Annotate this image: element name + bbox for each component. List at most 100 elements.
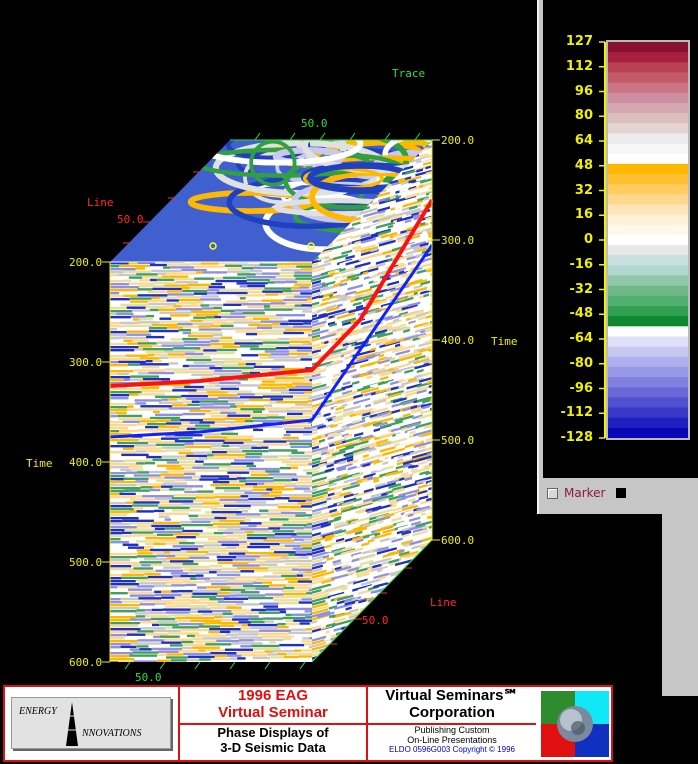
colorbar-tick-label: 96 <box>574 83 593 99</box>
colorbar-tick-label: -16 <box>569 256 594 272</box>
phase-title-cell: Phase Displays of 3-D Seismic Data <box>180 725 368 760</box>
marker-label: Marker <box>564 486 606 500</box>
colorbar-swatch <box>608 174 688 185</box>
colorbar-swatch <box>608 397 688 409</box>
colorbar-panel: 127 112 96 80 64 48 32 16 0 -16 -32 -48 -64 -80 -96 -11… <box>537 0 698 514</box>
colorbar-swatch <box>608 366 688 378</box>
colorbar-swatch <box>608 82 688 94</box>
colorbar-tick-label: -48 <box>569 306 594 322</box>
colorbar-swatch <box>608 113 688 124</box>
colorbar-swatch <box>608 62 688 73</box>
colorbar-swatch <box>608 52 688 63</box>
colorbar-swatch <box>608 336 688 348</box>
phase-title-line1: Phase Displays of <box>217 725 329 740</box>
marker-color-swatch[interactable] <box>616 488 626 498</box>
colorbar-tick-label: -80 <box>569 355 594 371</box>
colorbar-tick-label: 16 <box>574 207 593 223</box>
marker-checkbox[interactable] <box>547 488 558 499</box>
colorbar-swatch <box>608 407 688 419</box>
time-tick-left-500: 500.0 <box>69 556 103 569</box>
time-tick-right-400: 400.0 <box>441 334 475 347</box>
colorbar-swatch <box>608 377 688 388</box>
colorbar-swatch <box>608 265 688 277</box>
phase-title-line2: 3-D Seismic Data <box>220 740 326 755</box>
colorbar-swatch <box>608 214 688 226</box>
colorbar-area: 127 112 96 80 64 48 32 16 0 -16 -32 -48 -64 -80 -96 -11… <box>543 0 698 478</box>
colorbar-swatch <box>608 184 688 195</box>
time-tick-right-500: 500.0 <box>441 434 475 447</box>
time-tick-left-400: 400.0 <box>69 456 103 469</box>
colorbar-swatch <box>608 234 688 246</box>
line-axis-title-right: Line <box>430 596 457 609</box>
colorbar-tick-label: 112 <box>565 58 593 74</box>
seminar-banner: ENERGY NNOVATIONS 1996 EAG Virtual Semin… <box>3 685 613 762</box>
publishing-cell: Publishing Custom On-Line Presentations … <box>368 725 536 760</box>
colorbar-swatch <box>608 224 688 236</box>
colorbar-swatch <box>608 163 688 175</box>
oil-rig-icon <box>66 702 78 746</box>
time-tick-right-300: 300.0 <box>441 234 475 247</box>
colorbar-swatch <box>608 326 688 337</box>
window-background <box>662 514 698 696</box>
colorbar-swatch <box>608 102 688 114</box>
trace-tick-bottom: 50.0 <box>135 671 162 684</box>
colorbar-swatch <box>608 133 688 145</box>
logo-word-innovations: NNOVATIONS <box>82 728 142 739</box>
colorbar-tick-label: 64 <box>574 133 593 148</box>
time-tick-left-600: 600.0 <box>69 656 103 669</box>
colorbar-tick-label: 48 <box>574 157 593 173</box>
colorbar-swatch <box>608 72 688 84</box>
colorbar-swatch <box>608 92 688 104</box>
time-axis-title-right: Time <box>491 335 518 348</box>
colorbar-swatch <box>608 255 688 266</box>
colorbar-tick-label: 0 <box>583 232 593 247</box>
colorbar-swatch <box>608 356 688 368</box>
time-tick-right-200: 200.0 <box>441 134 475 147</box>
energy-innovations-logo-cell: ENERGY NNOVATIONS <box>5 687 180 760</box>
colorbar-swatch <box>608 417 688 429</box>
colorbar-tick-label: 80 <box>574 108 593 124</box>
colorbar-tick-label: 127 <box>565 34 593 49</box>
colorbar-swatch <box>608 194 688 205</box>
colorbar-tick-label: 32 <box>574 182 593 198</box>
time-tick-right-600: 600.0 <box>441 534 475 547</box>
line-tick-top: 50.0 <box>117 213 144 226</box>
virtual-seminars-cell: Virtual Seminars℠ Corporation <box>368 687 536 725</box>
colorbar-swatch <box>608 295 688 307</box>
colorbar-swatch <box>608 275 688 287</box>
colorbar-swatch <box>608 316 688 327</box>
eag-year-title: 1996 EAG <box>237 687 309 704</box>
time-tick-left-200: 200.0 <box>69 256 103 269</box>
colorbar-swatch <box>608 245 688 256</box>
globe-badge-icon <box>541 691 609 757</box>
eag-seminar-title: Virtual Seminar <box>218 704 328 721</box>
colorbar-tick-label: -32 <box>569 281 594 297</box>
cube-front-face <box>110 262 312 662</box>
colorbar-swatch <box>608 387 688 398</box>
eag-title-cell: 1996 EAG Virtual Seminar <box>180 687 368 725</box>
colorbar-swatch <box>608 143 688 155</box>
energy-innovations-logo: ENERGY NNOVATIONS <box>11 697 171 749</box>
colorbar-tick-label: -128 <box>560 430 593 445</box>
logo-word-energy: ENERGY <box>19 706 57 717</box>
colorbar-tick-label: -96 <box>569 380 594 396</box>
colorbar-swatch <box>608 346 688 358</box>
colorbar-swatch <box>608 153 688 165</box>
line-axis-title-top: Line <box>87 196 114 209</box>
colorbar-swatch <box>608 204 688 216</box>
time-axis-title-left: Time <box>26 457 53 470</box>
colorbar-swatch <box>608 42 688 53</box>
colorbar-swatch <box>608 285 688 297</box>
publishing-line2: On-Line Presentations <box>407 735 497 745</box>
publishing-line1: Publishing Custom <box>414 725 490 735</box>
line-tick-right: 50.0 <box>362 614 389 627</box>
virtual-seminars-corporation: Corporation <box>409 704 495 721</box>
colorbar-swatch <box>608 123 688 134</box>
trace-tick-top: 50.0 <box>301 117 328 130</box>
colorbar-swatch <box>608 306 688 317</box>
time-tick-left-300: 300.0 <box>69 356 103 369</box>
colorbar-tick-label: -112 <box>560 405 593 421</box>
copyright-notice: ELDO 0596G003 Copyright © 1996 <box>389 745 515 754</box>
colorbar-swatch <box>608 427 688 439</box>
colorbar-tick-label: -64 <box>569 331 594 346</box>
